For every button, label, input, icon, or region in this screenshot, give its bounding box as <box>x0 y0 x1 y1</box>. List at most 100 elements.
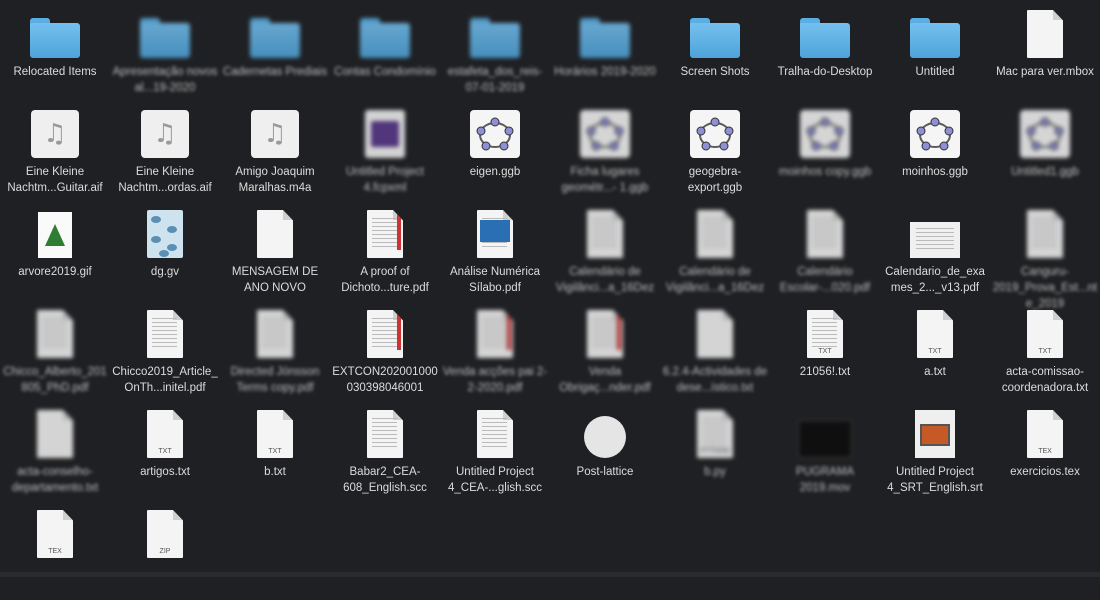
file-item[interactable]: ♫ Amigo Joaquim Maralhas.m4a <box>220 100 330 200</box>
file-item[interactable]: TXT artigos.txt <box>110 400 220 500</box>
file-item[interactable]: 6.2.4-Actividades de dese...ístico.txt <box>660 300 770 400</box>
folder-icon <box>357 8 413 58</box>
file-item[interactable]: Untitled Project 4_SRT_English.srt <box>880 400 990 500</box>
document-icon <box>247 308 303 358</box>
file-item[interactable]: Calendário Escolar-...020.pdf <box>770 200 880 300</box>
file-item[interactable]: estafeta_dos_reis-07-01-2019 <box>440 0 550 100</box>
folder-icon <box>137 8 193 58</box>
file-item[interactable]: moinhos copy.ggb <box>770 100 880 200</box>
file-label: Amigo Joaquim Maralhas.m4a <box>235 166 315 194</box>
file-item[interactable]: eigen.ggb <box>440 100 550 200</box>
file-item[interactable]: MENSAGEM DE ANO NOVO <box>220 200 330 300</box>
file-label: Babar2_CEA-608_English.scc <box>343 466 427 494</box>
file-label: eigen.ggb <box>469 166 521 178</box>
file-item[interactable]: Calendário de Vigilânci...a_16Dez <box>660 200 770 300</box>
file-item[interactable]: Contas Condomínio <box>330 0 440 100</box>
folder-icon <box>907 8 963 58</box>
document-icon <box>687 208 743 258</box>
file-item[interactable]: PUGRAMA 2019.mov <box>770 400 880 500</box>
pdf-document-icon <box>577 308 633 358</box>
file-item[interactable]: Screen Shots <box>660 0 770 100</box>
file-item[interactable]: Relocated Items <box>0 0 110 100</box>
file-item[interactable]: ♫ Eine Kleine Nachtm...Guitar.aif <box>0 100 110 200</box>
document-icon <box>687 308 743 358</box>
folder-icon <box>27 8 83 58</box>
pdf-document-icon <box>357 308 413 358</box>
file-item[interactable]: TXT b.txt <box>220 400 330 500</box>
file-item[interactable]: Untitled Project 4.fcpxml <box>330 100 440 200</box>
file-item[interactable]: Post-lattice <box>550 400 660 500</box>
file-item[interactable]: Chicco2019_Article_OnTh...initel.pdf <box>110 300 220 400</box>
file-item[interactable]: TXT acta-comissao-coordenadora.txt <box>990 300 1100 400</box>
final-cut-project-icon <box>357 108 413 158</box>
file-item[interactable]: TXT a.txt <box>880 300 990 400</box>
file-label: Untitled Project 4_SRT_English.srt <box>887 466 983 494</box>
file-item[interactable]: Calendario_de_exames_2..._v13.pdf <box>880 200 990 300</box>
file-label: Mac para ver.mbox <box>996 66 1094 78</box>
file-label: Untitled Project 4_CEA-...glish.scc <box>448 466 542 494</box>
geogebra-file-icon <box>687 108 743 158</box>
document-icon <box>247 208 303 258</box>
window-bottom-bar <box>0 572 1100 577</box>
file-item[interactable]: Chicco_Alberto_201805_PhD.pdf <box>0 300 110 400</box>
document-icon: ZIP <box>137 508 193 558</box>
file-item[interactable]: arvore2019.gif <box>0 200 110 300</box>
document-icon: TEX <box>1017 408 1073 458</box>
file-item[interactable]: Tralha-do-Desktop <box>770 0 880 100</box>
file-item[interactable]: Mac para ver.mbox <box>990 0 1100 100</box>
file-item[interactable]: Calendário de Vigilânci...a_16Dez <box>550 200 660 300</box>
file-item[interactable]: PYTHON b.py <box>660 400 770 500</box>
file-item[interactable]: Apresentação novos al...19-2020 <box>110 0 220 100</box>
file-label: Chicco2019_Article_OnTh...initel.pdf <box>112 366 218 394</box>
file-item[interactable]: moinhos.ggb <box>880 100 990 200</box>
file-item[interactable]: Canguru-2019_Prova_Est...nte_2019 <box>990 200 1100 310</box>
file-label: Chicco_Alberto_201805_PhD.pdf <box>3 366 107 394</box>
file-item[interactable]: Análise Numérica Sílabo.pdf <box>440 200 550 300</box>
file-item[interactable]: A proof of Dichoto...ture.pdf <box>330 200 440 300</box>
document-icon: TXT <box>247 408 303 458</box>
document-icon: TEX <box>27 508 83 558</box>
file-label: 6.2.4-Actividades de dese...ístico.txt <box>662 366 768 394</box>
file-label: a.txt <box>924 366 946 378</box>
folder-icon <box>687 8 743 58</box>
geogebra-file-icon <box>467 108 523 158</box>
geogebra-file-icon <box>1017 108 1073 158</box>
file-label: Horários 2019-2020 <box>554 66 656 78</box>
file-label: b.py <box>704 466 726 478</box>
file-label: Calendario_de_exames_2..._v13.pdf <box>885 266 985 294</box>
document-icon: PYTHON <box>687 408 743 458</box>
file-label: artigos.txt <box>140 466 190 478</box>
file-item[interactable]: dg.gv <box>110 200 220 300</box>
file-item[interactable]: TEX exercicios.tex <box>990 400 1100 500</box>
file-item[interactable]: TXT 21056!.txt <box>770 300 880 400</box>
image-file-icon <box>577 408 633 458</box>
file-item[interactable]: Venda acções pai 2-2-2020.pdf <box>440 300 550 400</box>
file-item[interactable]: Cadernetas Prediais <box>220 0 330 100</box>
file-item[interactable]: ♫ Eine Kleine Nachtm...ordas.aif <box>110 100 220 200</box>
file-item[interactable]: Babar2_CEA-608_English.scc <box>330 400 440 500</box>
file-label: dg.gv <box>150 266 180 278</box>
file-label: Calendário de Vigilânci...a_16Dez <box>555 266 655 294</box>
file-item[interactable]: Untitled <box>880 0 990 100</box>
document-icon: TXT <box>907 308 963 358</box>
file-item[interactable]: Ficha lugares geométr...- 1.ggb <box>550 100 660 200</box>
file-item[interactable]: EXTCON202001000030398046001 <box>330 300 440 400</box>
gif-image-icon <box>27 208 83 258</box>
file-label: Análise Numérica Sílabo.pdf <box>449 266 541 294</box>
file-item[interactable]: Venda Obrigaç...nder.pdf <box>550 300 660 400</box>
file-item[interactable]: Untitled Project 4_CEA-...glish.scc <box>440 400 550 500</box>
document-icon <box>27 408 83 458</box>
pdf-document-icon <box>467 308 523 358</box>
file-item[interactable]: TEX <box>0 500 110 600</box>
file-item[interactable]: Directed Jónsson Terms copy.pdf <box>220 300 330 400</box>
file-item[interactable]: acta-conselho-departamento.txt <box>0 400 110 500</box>
geogebra-file-icon <box>907 108 963 158</box>
file-label: EXTCON202001000030398046001 <box>332 366 438 394</box>
file-label: acta-comissao-coordenadora.txt <box>1001 366 1089 394</box>
file-item[interactable]: Untitled1.ggb <box>990 100 1100 200</box>
file-item[interactable]: geogebra-export.ggb <box>660 100 770 200</box>
file-item[interactable]: Horários 2019-2020 <box>550 0 660 100</box>
subtitle-file-icon <box>907 408 963 458</box>
document-icon <box>357 408 413 458</box>
file-item[interactable]: ZIP <box>110 500 220 600</box>
